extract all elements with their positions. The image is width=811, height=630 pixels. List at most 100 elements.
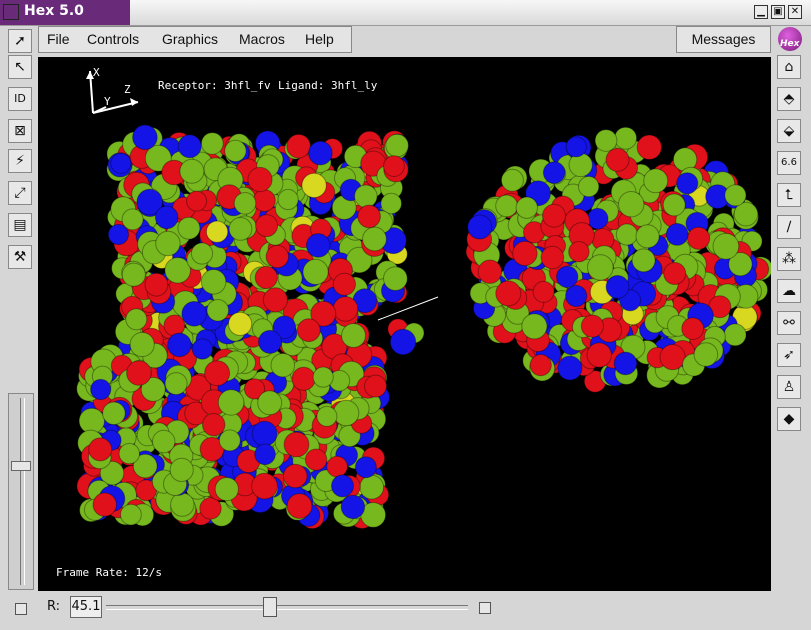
atom-sphere [262, 287, 288, 313]
minimize-icon[interactable]: ▁ [754, 5, 768, 19]
atom-sphere [340, 494, 366, 520]
atom-sphere [326, 455, 348, 478]
arrow-dock-icon[interactable]: ➶ [777, 343, 801, 367]
atom-sphere [389, 328, 417, 356]
id-icon[interactable]: ID [8, 87, 32, 111]
atom-sphere [332, 296, 359, 322]
atom-sphere [364, 374, 387, 398]
cross-box-icon[interactable]: ⊠ [8, 119, 32, 143]
atom-sphere [557, 355, 583, 381]
maximize-icon[interactable]: ▣ [771, 5, 785, 19]
atoms [76, 124, 771, 530]
atom-sphere [687, 226, 711, 250]
atom-sphere [270, 352, 296, 378]
atom-sphere [152, 429, 176, 454]
atom-sphere [129, 331, 155, 358]
menu-help[interactable]: Help [305, 31, 334, 47]
atom-sphere [529, 354, 552, 377]
close-icon[interactable]: ✕ [788, 5, 802, 19]
atom-sphere [304, 448, 328, 471]
vertical-slider[interactable] [8, 393, 34, 590]
diamond-icon[interactable]: ◆ [777, 407, 801, 431]
measure-icon[interactable]: ⤢ [8, 181, 32, 205]
atom-sphere [532, 280, 555, 303]
atom-sphere [515, 196, 538, 219]
messages-button[interactable]: Messages [676, 26, 771, 53]
atom-sphere [218, 429, 241, 452]
molecule-down-icon[interactable]: ⬙ [777, 119, 801, 143]
right-checkbox[interactable] [479, 602, 491, 614]
atom-sphere [477, 259, 503, 284]
atom-sphere [102, 401, 126, 426]
atom-sphere [286, 133, 311, 159]
atom-sphere [254, 265, 278, 290]
atom-sphere [92, 492, 117, 517]
axis-icon[interactable]: ⮤ [777, 183, 801, 207]
atom-sphere [383, 266, 408, 292]
atom-sphere [362, 226, 387, 252]
window-menu-icon[interactable] [3, 4, 19, 20]
atom-sphere [125, 308, 148, 331]
receptor-label: Receptor: 3hfl_fv [158, 79, 271, 92]
atom-sphere [312, 366, 334, 388]
molecule-viewport[interactable]: X Y Z Receptor: 3hfl_fv Ligand: 3hfl_ly … [38, 57, 771, 591]
atom-sphere [214, 477, 239, 502]
molecule-canvas[interactable] [38, 57, 771, 591]
number-66-icon[interactable]: 6.6 [777, 151, 801, 175]
atom-sphere [154, 205, 179, 230]
atom-sphere [291, 366, 316, 391]
atom-sphere [88, 437, 113, 462]
r-value-field[interactable]: 45.1 [70, 596, 102, 618]
pointer-icon[interactable]: ↖ [8, 55, 32, 79]
atom-sphere [121, 262, 146, 287]
molecule-up-icon[interactable]: ⬘ [777, 87, 801, 111]
atom-sphere [663, 262, 687, 285]
axis-label-x: X [93, 66, 100, 79]
z-axis-line [92, 101, 139, 114]
atom-sphere [724, 184, 747, 207]
hex-logo-icon: Hex [778, 27, 802, 51]
axis-label-y: Y [104, 95, 111, 108]
atom-sphere [662, 193, 686, 217]
window-title: Hex 5.0 [24, 3, 84, 19]
home-icon[interactable]: ⌂ [777, 55, 801, 79]
atom-sphere [110, 152, 132, 174]
atom-sphere [200, 269, 227, 295]
spheres-icon[interactable]: ⁂ [777, 247, 801, 271]
vertical-slider-thumb[interactable] [11, 461, 31, 471]
atom-sphere [693, 342, 719, 367]
r-slider[interactable] [106, 597, 468, 617]
menu-controls[interactable]: Controls [87, 31, 139, 47]
hammer-icon[interactable]: ⚒ [8, 245, 32, 269]
atom-sphere [199, 497, 222, 520]
r-slider-thumb[interactable] [263, 597, 277, 617]
atom-sphere [282, 463, 308, 489]
atom-sphere [643, 168, 669, 194]
atom-sphere [712, 232, 740, 260]
z-axis-arrow [130, 98, 138, 106]
lightning-icon[interactable]: ⚡ [8, 149, 32, 173]
atom-sphere [495, 194, 519, 218]
menu-graphics[interactable]: Graphics [162, 31, 218, 47]
atom-sphere [605, 147, 630, 172]
person-icon[interactable]: ♙ [777, 375, 801, 399]
atom-sphere [118, 442, 141, 465]
atom-sphere [283, 431, 310, 458]
r-label: R: [47, 599, 61, 614]
atom-sphere [676, 172, 699, 195]
atom-sphere [286, 493, 313, 519]
cylinder-icon[interactable]: ▤ [8, 213, 32, 237]
dock-icon[interactable]: ⚯ [777, 311, 801, 335]
atom-sphere [163, 314, 186, 337]
atom-sphere [164, 372, 188, 396]
atom-sphere [205, 220, 229, 243]
line-icon[interactable]: ∕ [777, 215, 801, 239]
menu-file[interactable]: File [47, 31, 70, 47]
menu-macros[interactable]: Macros [239, 31, 285, 47]
surface-icon[interactable]: ☁ [777, 279, 801, 303]
atom-sphere [565, 284, 588, 308]
left-checkbox[interactable] [15, 603, 27, 615]
atom-sphere [723, 323, 747, 347]
select-arrow-icon[interactable]: ➚ [8, 29, 32, 53]
atom-sphere [635, 224, 660, 249]
